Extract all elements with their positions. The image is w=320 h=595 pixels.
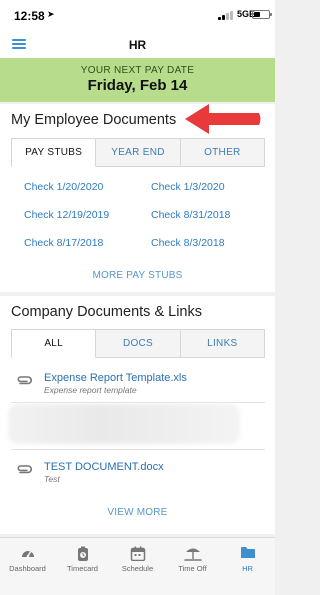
tab-docs[interactable]: DOCS (96, 329, 181, 358)
status-time: 12:58 (14, 9, 45, 23)
tab-schedule-label: Schedule (121, 564, 154, 573)
folder-icon (240, 547, 255, 558)
check-link[interactable]: Check 1/20/2020 (24, 181, 103, 193)
tab-year-end[interactable]: YEAR END (96, 138, 181, 167)
tab-time-off-label: Time Off (178, 564, 207, 573)
paperclip-icon (17, 465, 32, 474)
check-link[interactable]: Check 8/3/2018 (151, 237, 225, 249)
tab-pay-stubs[interactable]: PAY STUBS (11, 138, 97, 167)
tab-time-off[interactable]: Time Off (165, 538, 220, 595)
divider (11, 449, 265, 450)
document-subtitle: Test (44, 474, 60, 484)
check-link[interactable]: Check 12/19/2019 (24, 209, 109, 221)
pay-date-value: Friday, Feb 14 (87, 77, 188, 94)
more-pay-stubs-link[interactable]: MORE PAY STUBS (0, 270, 275, 281)
calendar-icon (130, 546, 145, 561)
tab-other[interactable]: OTHER (180, 138, 265, 167)
status-bar: 12:58 ➤ 5GE (0, 0, 275, 30)
view-more-link[interactable]: VIEW MORE (0, 507, 275, 518)
page-title: HR (128, 38, 147, 52)
document-subtitle: Expense report template (44, 385, 137, 395)
battery-icon (252, 10, 272, 19)
employee-documents-title: My Employee Documents (11, 112, 177, 128)
check-link[interactable]: Check 8/31/2018 (151, 209, 230, 221)
document-title[interactable]: TEST DOCUMENT.docx (44, 461, 164, 473)
employee-documents-tabs: PAY STUBS YEAR END OTHER (11, 138, 265, 167)
check-link[interactable]: Check 8/17/2018 (24, 237, 103, 249)
bottom-tab-bar: Dashboard Timecard Schedule Time Off HR (0, 537, 275, 595)
location-arrow-icon: ➤ (47, 9, 55, 19)
company-documents-title: Company Documents & Links (11, 304, 202, 320)
pay-date-label: YOUR NEXT PAY DATE (80, 65, 195, 76)
nav-bar: HR (0, 30, 275, 58)
signal-icon (218, 11, 236, 20)
speedometer-icon (21, 550, 34, 558)
redacted-item (8, 404, 240, 444)
tab-timecard-label: Timecard (67, 564, 98, 573)
tab-dashboard-label: Dashboard (9, 564, 46, 573)
tab-schedule[interactable]: Schedule (110, 538, 165, 595)
document-title[interactable]: Expense Report Template.xls (44, 372, 187, 384)
tab-hr[interactable]: HR (220, 538, 275, 595)
document-item[interactable]: TEST DOCUMENT.docx Test (0, 458, 275, 488)
company-documents-tabs: ALL DOCS LINKS (11, 329, 265, 358)
beach-icon (183, 548, 202, 561)
stopwatch-icon (77, 546, 88, 561)
paperclip-icon (17, 376, 32, 385)
tab-all[interactable]: ALL (11, 329, 97, 358)
pay-date-banner: YOUR NEXT PAY DATE Friday, Feb 14 (0, 58, 275, 102)
divider (11, 402, 265, 403)
tab-dashboard[interactable]: Dashboard (0, 538, 55, 595)
tab-links[interactable]: LINKS (180, 329, 265, 358)
tab-timecard[interactable]: Timecard (55, 538, 110, 595)
tab-hr-label: HR (242, 564, 253, 573)
annotation-arrow-icon (185, 104, 261, 134)
check-link[interactable]: Check 1/3/2020 (151, 181, 225, 193)
document-item[interactable]: Expense Report Template.xls Expense repo… (0, 368, 275, 402)
